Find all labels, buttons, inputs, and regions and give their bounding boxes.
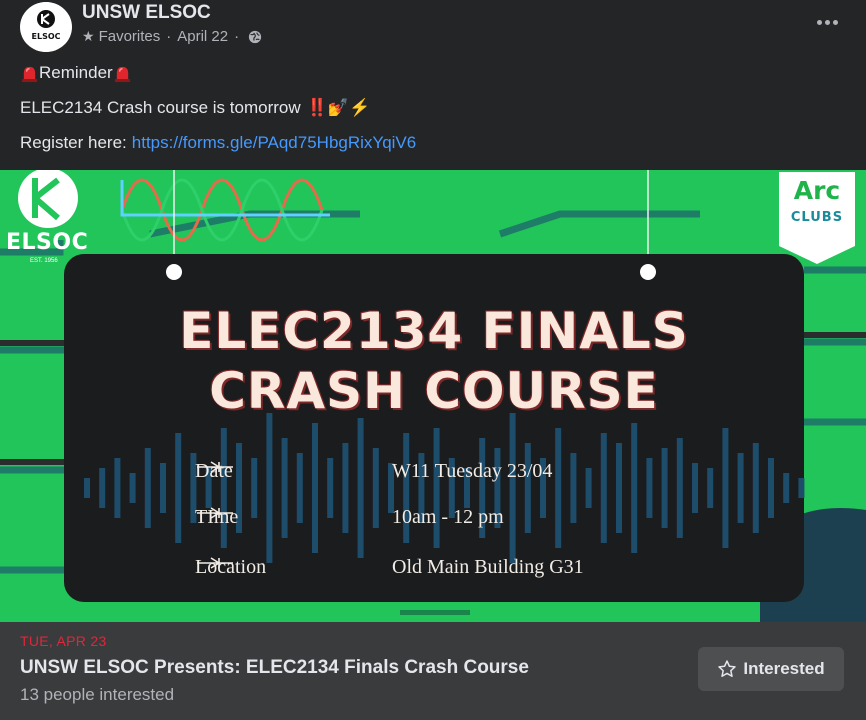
audio-bar	[631, 423, 638, 553]
audio-bar	[707, 468, 714, 508]
audio-bar	[357, 418, 364, 558]
audio-bar	[114, 458, 121, 518]
post-text-line-1: Reminder	[20, 63, 132, 83]
audio-bar	[555, 428, 562, 548]
meta-separator-2: ·	[234, 28, 240, 45]
audio-bar	[372, 448, 379, 528]
audio-bar	[692, 463, 698, 513]
siren-icon	[114, 66, 130, 82]
reminder-text: Reminder	[39, 63, 113, 82]
audio-bar	[768, 458, 774, 518]
meta-separator: ·	[166, 28, 172, 45]
audio-bar	[646, 458, 653, 518]
audio-bar	[220, 428, 227, 548]
audio-bar	[84, 478, 90, 498]
siren-icon	[21, 66, 38, 82]
audio-bar	[585, 468, 592, 508]
poster-title-line-2: CRASH COURSE	[209, 362, 659, 420]
audio-bar	[737, 453, 744, 523]
star-outline-icon	[718, 660, 737, 677]
audio-bar	[600, 433, 607, 543]
register-link[interactable]: https://forms.gle/PAqd75HbgRixYqiV6	[132, 133, 416, 153]
arc-logo-text: Arc	[793, 176, 841, 205]
poster-time-label: TIme	[195, 506, 238, 529]
post-text-line-2: ELEC2134 Crash course is tomorrow ‼️💅⚡	[20, 98, 370, 118]
arrow-icon	[197, 507, 233, 519]
elsoc-est-text: EST. 1956	[30, 258, 58, 264]
crash-course-text: ELEC2134 Crash course is tomorrow	[20, 98, 301, 117]
svg-text:ELSOC: ELSOC	[32, 32, 61, 41]
poster-location-label: Location	[195, 556, 266, 579]
ellipsis-icon	[816, 19, 822, 25]
audio-bar	[722, 428, 729, 548]
poster-date-value: W11 Tuesday 23/04	[392, 460, 553, 482]
audio-bar	[175, 433, 182, 543]
audio-bar	[661, 448, 668, 528]
audio-bar	[312, 423, 318, 553]
event-poster-image[interactable]: ELSOC EST. 1956 Arc CLUBS ELEC2134 FINAL…	[0, 170, 866, 622]
audio-bar	[99, 468, 106, 508]
audio-bar	[266, 413, 273, 563]
audio-bar	[433, 428, 440, 548]
register-label: Register here:	[20, 133, 127, 152]
favorites-label[interactable]: Favorites	[99, 28, 161, 45]
audio-bar	[327, 458, 334, 518]
interested-button[interactable]: Interested	[698, 647, 844, 691]
emoji-sequence: ‼️💅⚡	[306, 98, 371, 117]
post-meta: ★ Favorites · April 22 ·	[82, 28, 262, 45]
arrow-icon	[197, 461, 233, 473]
ellipsis-icon	[824, 19, 830, 25]
audio-bar	[509, 413, 516, 563]
elsoc-avatar-logo: ELSOC	[21, 2, 71, 52]
poster-time-value: 10am - 12 pm	[392, 506, 504, 528]
poster-title-line-1: ELEC2134 FINALS	[179, 302, 689, 360]
poster-date-label: Date	[195, 460, 233, 483]
event-title[interactable]: UNSW ELSOC Presents: ELEC2134 Finals Cra…	[20, 657, 529, 679]
post-text-line-3: Register here: https://forms.gle/PAqd75H…	[20, 133, 416, 153]
audio-bar	[160, 463, 166, 513]
audio-bar	[144, 448, 151, 528]
poster-location-value: Old Main Building G31	[392, 556, 584, 578]
arc-clubs-text: CLUBS	[790, 210, 844, 225]
interested-button-label: Interested	[743, 659, 825, 678]
audio-bar	[752, 443, 759, 533]
audio-bar	[570, 453, 577, 523]
more-options-button[interactable]	[812, 10, 842, 34]
audio-bar	[129, 473, 136, 503]
audio-bar	[616, 443, 622, 533]
facebook-post: ELSOC UNSW ELSOC ★ Favorites · April 22 …	[0, 0, 866, 720]
event-date: TUE, APR 23	[20, 633, 107, 649]
ellipsis-icon	[832, 19, 838, 25]
globe-icon	[248, 30, 262, 43]
elsoc-logo-text: ELSOC	[6, 230, 89, 255]
page-name[interactable]: UNSW ELSOC	[82, 2, 211, 24]
audio-bar	[281, 438, 288, 538]
event-card[interactable]: TUE, APR 23 UNSW ELSOC Presents: ELEC213…	[0, 622, 866, 720]
post-date[interactable]: April 22	[177, 28, 228, 45]
audio-bar	[251, 458, 258, 518]
audio-bar	[342, 443, 349, 533]
page-avatar[interactable]: ELSOC	[20, 2, 72, 52]
audio-bar	[783, 473, 790, 503]
audio-bar	[798, 478, 805, 498]
audio-bar	[676, 438, 683, 538]
audio-bar	[296, 453, 303, 523]
event-interested-count: 13 people interested	[20, 685, 175, 704]
star-icon: ★	[82, 28, 95, 44]
audio-bar	[524, 443, 531, 533]
arrow-icon	[197, 557, 233, 569]
